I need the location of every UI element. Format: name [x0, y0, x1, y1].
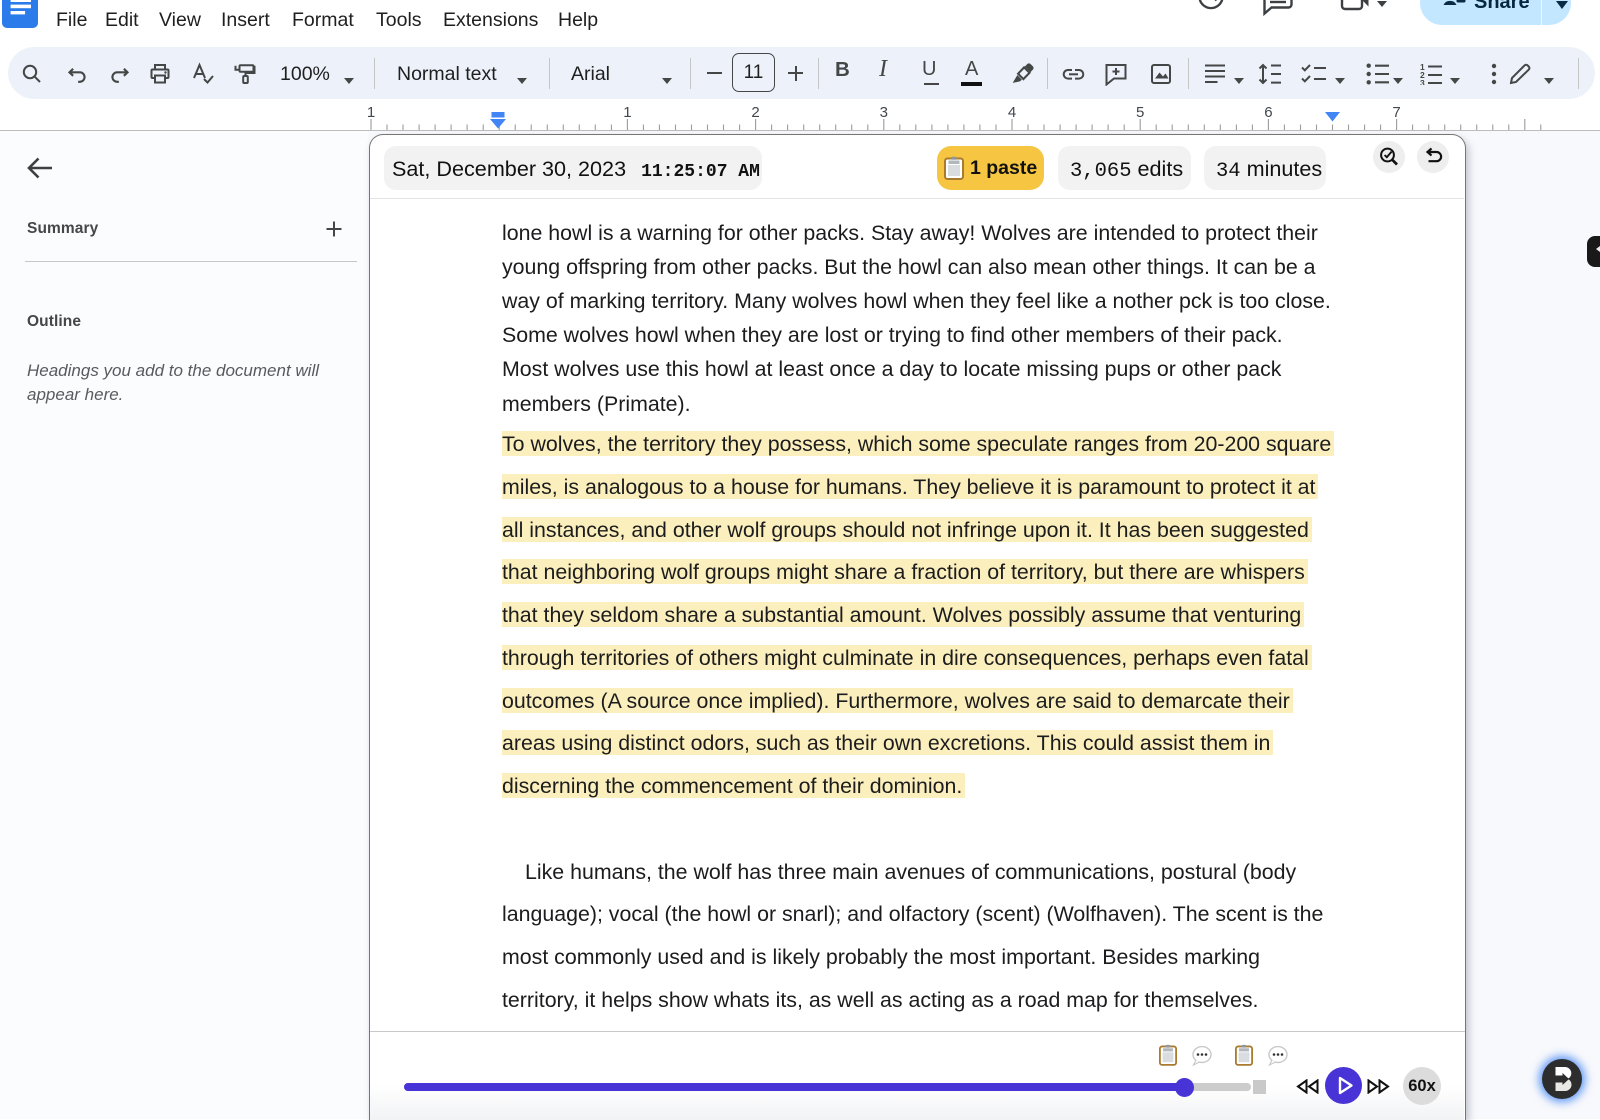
svg-text:1: 1: [623, 104, 631, 121]
svg-text:7: 7: [1392, 104, 1400, 121]
svg-text:1: 1: [367, 104, 375, 121]
svg-text:3: 3: [880, 104, 888, 121]
svg-text:4: 4: [1008, 104, 1016, 121]
svg-text:3: 3: [1420, 78, 1425, 85]
svg-text:5: 5: [1136, 104, 1144, 121]
svg-text:6: 6: [1264, 104, 1272, 121]
svg-text:2: 2: [751, 104, 759, 121]
